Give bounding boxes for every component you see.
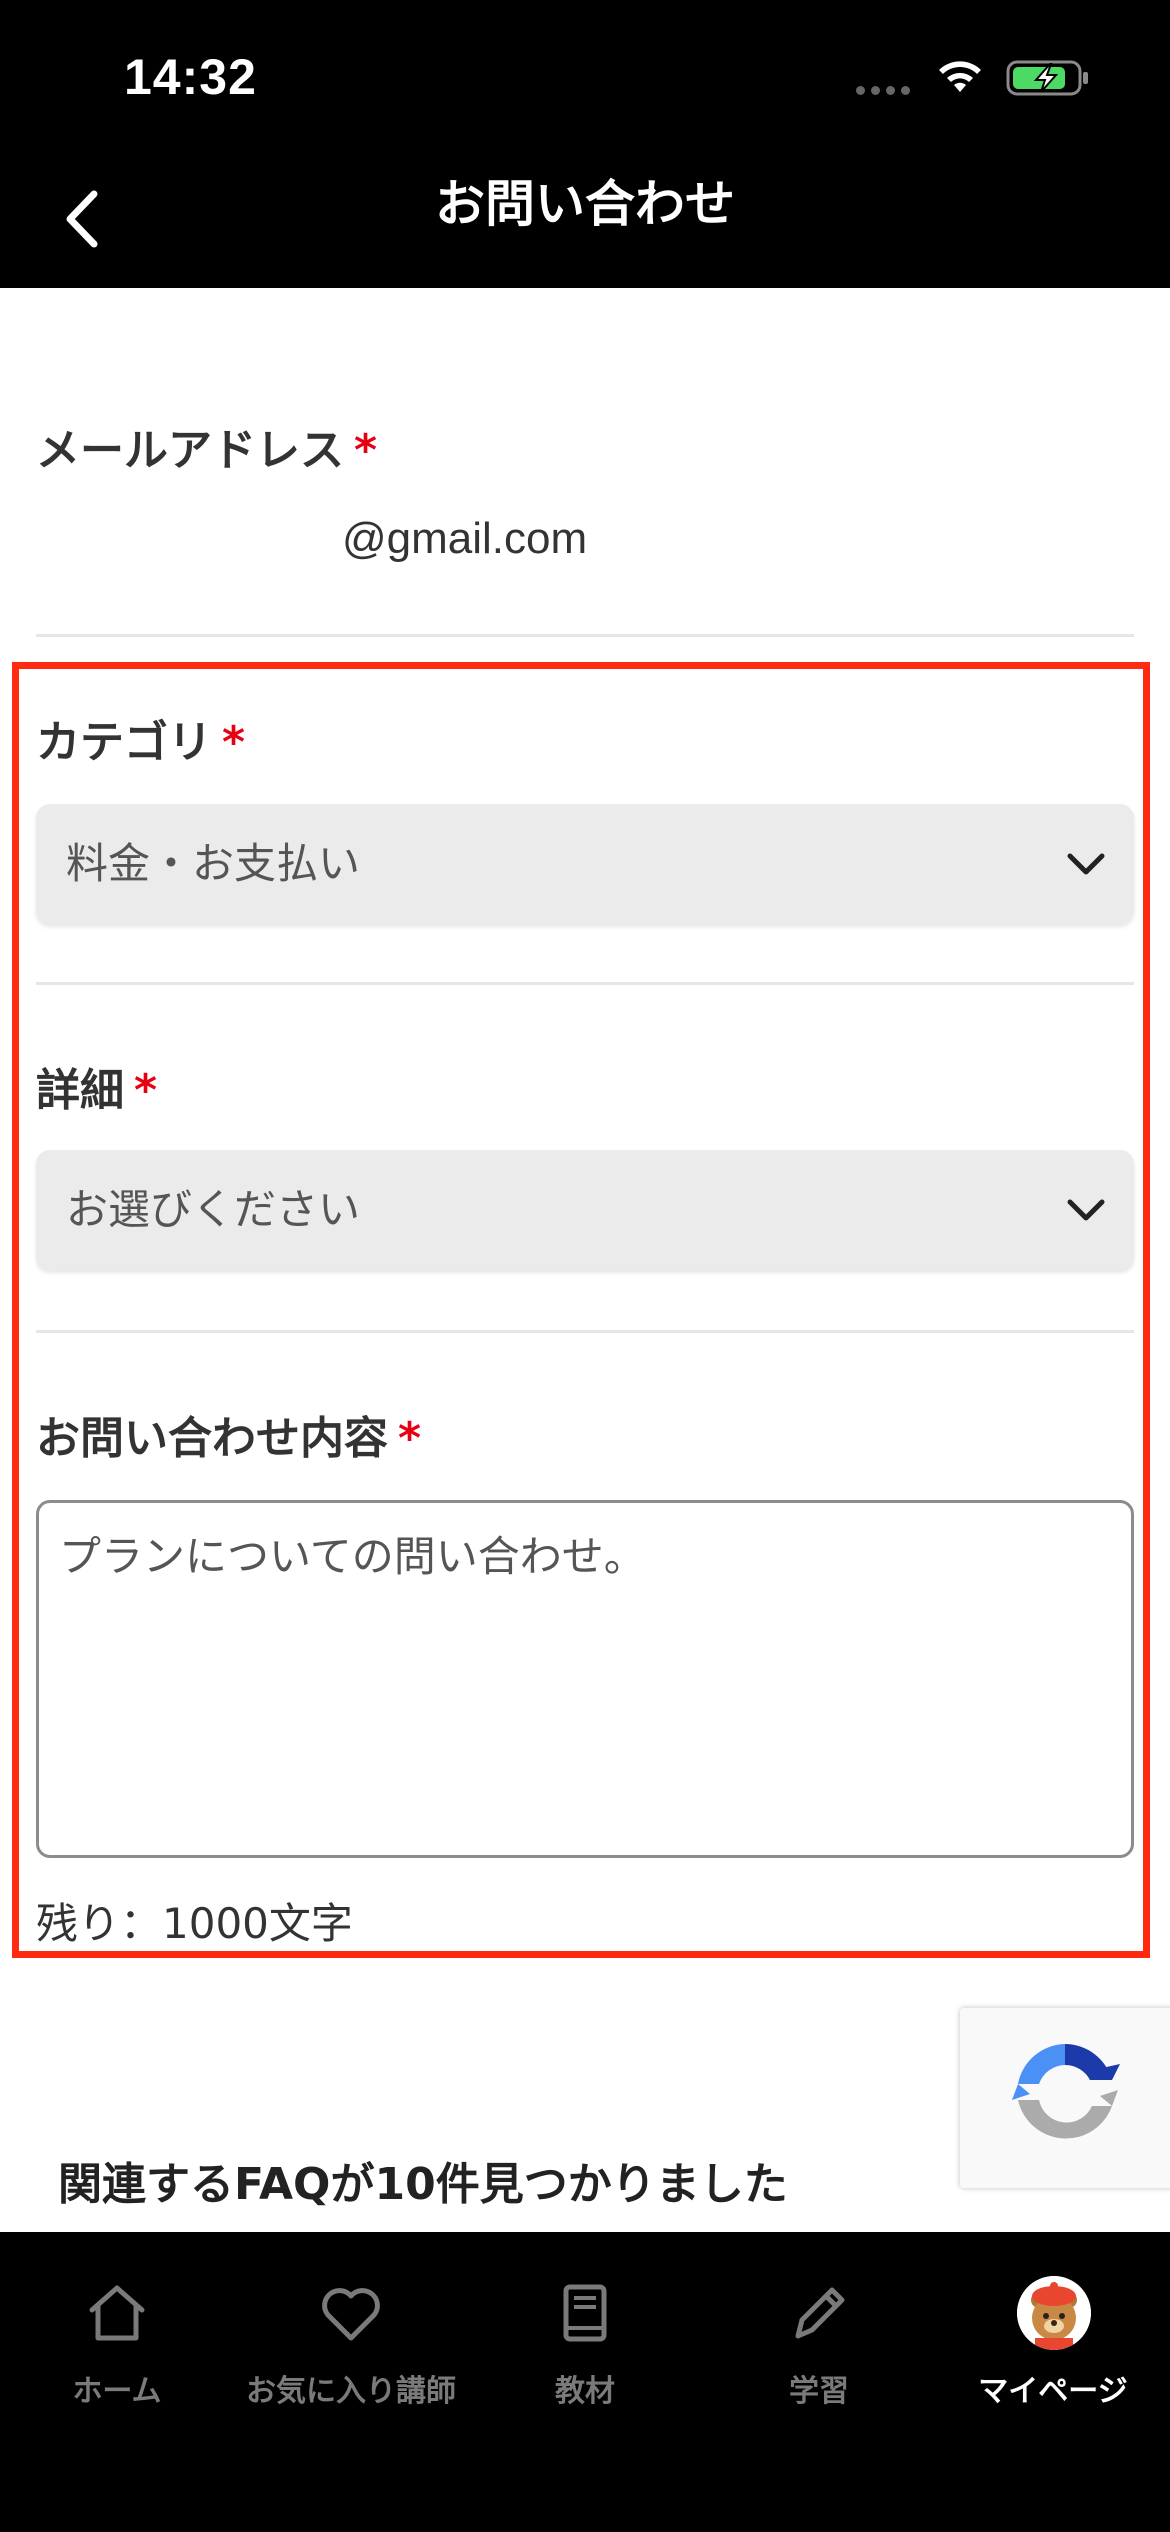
tab-study-label: 学習 <box>789 2374 849 2409</box>
home-icon <box>89 2285 145 2341</box>
chevron-down-icon <box>1067 1199 1105 1221</box>
required-mark: * <box>354 425 378 476</box>
remaining-count: 残り：1000文字 <box>36 1899 353 1948</box>
pencil-icon <box>795 2287 845 2339</box>
tab-favorite-teachers[interactable]: お気に入り講師 <box>234 2232 468 2452</box>
avatar <box>1017 2276 1091 2350</box>
detail-label-text: 詳細 <box>36 1065 124 1116</box>
tab-bar: ホーム お気に入り講師 教材 学習 マイページ <box>0 2232 1170 2532</box>
inquiry-label-text: お問い合わせ内容 <box>36 1413 388 1464</box>
divider <box>36 634 1134 637</box>
tab-mypage-label: マイページ <box>978 2374 1128 2409</box>
tab-mypage[interactable]: マイページ <box>936 2232 1170 2452</box>
inquiry-text: プランについての問い合わせ。 <box>59 1532 646 1581</box>
nav-bar: お問い合わせ <box>0 150 1170 288</box>
required-mark: * <box>222 717 246 768</box>
inquiry-textarea[interactable]: プランについての問い合わせ。 <box>36 1500 1134 1858</box>
recaptcha-icon <box>1012 2044 1120 2139</box>
recaptcha-badge[interactable] <box>960 2008 1170 2188</box>
bear-avatar-icon <box>1017 2276 1091 2350</box>
tab-home[interactable]: ホーム <box>0 2232 234 2452</box>
tab-materials[interactable]: 教材 <box>468 2232 702 2452</box>
chevron-down-icon <box>1067 853 1105 875</box>
divider <box>36 982 1134 985</box>
tab-study[interactable]: 学習 <box>702 2232 936 2452</box>
page-title: お問い合わせ <box>435 175 735 233</box>
email-value: @gmail.com <box>342 514 588 563</box>
inquiry-label: お問い合わせ内容 * <box>36 1402 421 1466</box>
divider <box>36 1330 1134 1333</box>
required-mark: * <box>134 1065 158 1116</box>
email-label-text: メールアドレス <box>36 425 344 476</box>
tab-materials-label: 教材 <box>555 2374 615 2409</box>
status-bar: 14:32 <box>0 0 1170 150</box>
category-label-text: カテゴリ <box>36 717 212 768</box>
signal-icon <box>856 86 910 95</box>
category-select[interactable]: 料金・お支払い <box>36 804 1134 924</box>
category-label: カテゴリ * <box>36 706 245 770</box>
tab-home-label: ホーム <box>72 2374 162 2409</box>
book-icon <box>563 2284 607 2342</box>
detail-select-value: お選びください <box>66 1185 361 1234</box>
email-label: メールアドレス * <box>36 414 377 478</box>
heart-icon <box>322 2288 380 2341</box>
required-mark: * <box>398 1413 422 1464</box>
detail-label: 詳細 * <box>36 1054 157 1118</box>
detail-select[interactable]: お選びください <box>36 1150 1134 1270</box>
battery-charging-icon <box>1006 60 1088 96</box>
status-time: 14:32 <box>124 49 257 105</box>
tab-favorite-teachers-label: お気に入り講師 <box>246 2374 456 2409</box>
faq-heading: 関連するFAQが10件見つかりました <box>58 2159 788 2210</box>
category-select-value: 料金・お支払い <box>66 839 361 888</box>
wifi-icon <box>939 61 981 92</box>
